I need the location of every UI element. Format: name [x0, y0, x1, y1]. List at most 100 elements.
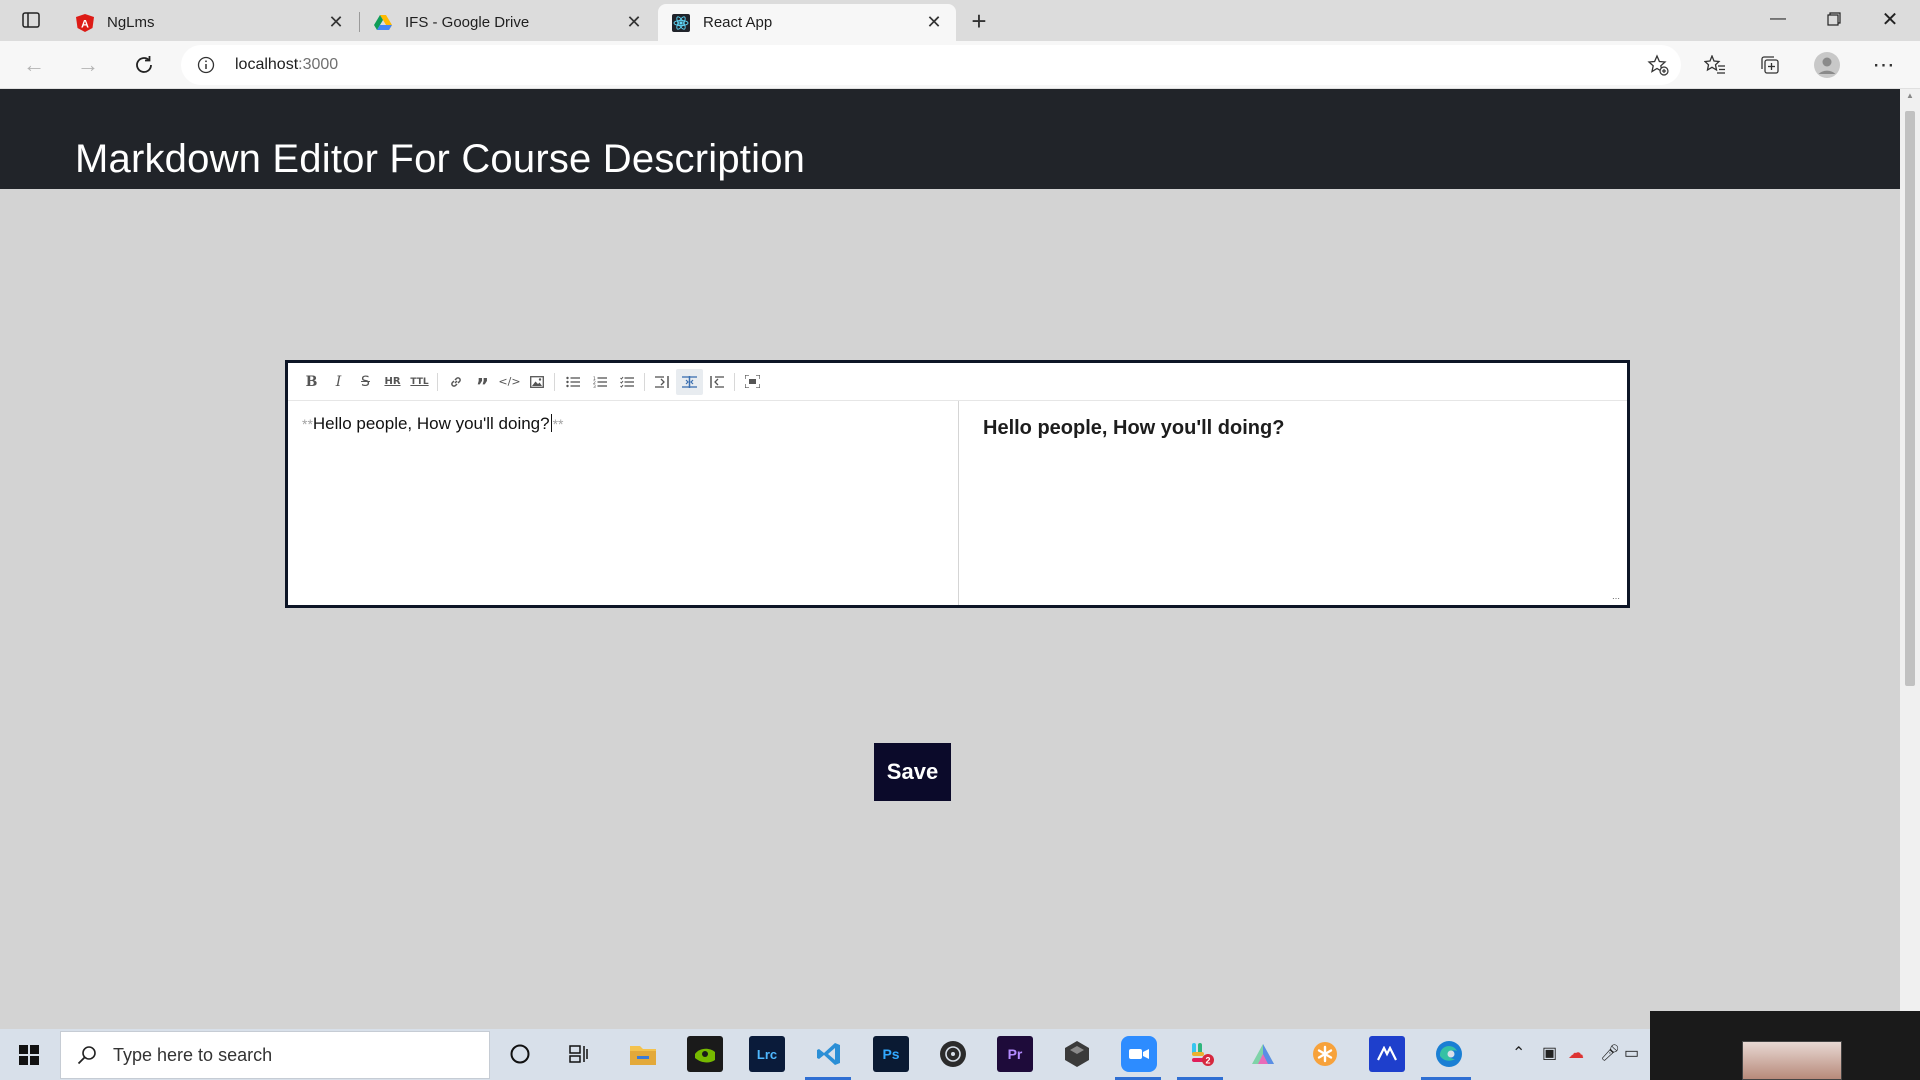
angular-icon: A [76, 13, 94, 32]
scroll-up-icon[interactable]: ▲ [1906, 91, 1914, 100]
code-icon[interactable]: </> [496, 369, 523, 395]
webcam-feed [1742, 1041, 1842, 1080]
bold-marker-close: ** [552, 416, 564, 432]
toolbar-divider [437, 372, 438, 391]
webcam-overlay [1650, 1011, 1920, 1080]
unordered-list-icon[interactable] [559, 369, 586, 395]
strikethrough-icon[interactable]: S [352, 369, 379, 395]
linear-icon[interactable] [1369, 1036, 1405, 1072]
page-viewport: Markdown Editor For Course Description B… [0, 89, 1900, 1029]
toolbar-divider [644, 372, 645, 391]
tab-bar: A NgLms ✕ IFS - Google Drive ✕ React App… [0, 0, 1920, 41]
ordered-list-icon[interactable]: 123 [586, 369, 613, 395]
file-explorer-icon[interactable] [625, 1036, 661, 1072]
close-icon[interactable]: ✕ [624, 12, 644, 33]
svg-text:A: A [81, 18, 89, 30]
taskbar-search[interactable]: Type here to search [60, 1031, 490, 1079]
collections-icon[interactable] [1756, 51, 1784, 79]
resize-grip-icon[interactable]: ⋯ [1612, 594, 1621, 603]
tab-google-drive[interactable]: IFS - Google Drive ✕ [360, 4, 656, 41]
tab-actions-icon[interactable] [14, 8, 48, 32]
toolbar-divider [554, 372, 555, 391]
tab-title: IFS - Google Drive [405, 14, 530, 31]
restore-icon[interactable] [1806, 0, 1862, 38]
bold-icon[interactable]: B [298, 369, 325, 395]
back-icon[interactable]: ← [18, 49, 50, 81]
edit-only-icon[interactable] [649, 369, 676, 395]
add-favorite-icon[interactable] [1647, 54, 1669, 76]
close-window-icon[interactable]: ✕ [1862, 0, 1918, 38]
zoom-icon[interactable] [1121, 1036, 1157, 1072]
onedrive-icon[interactable]: ☁ [1568, 1043, 1584, 1063]
address-bar[interactable]: localhost:3000 [181, 45, 1681, 85]
info-icon[interactable] [195, 54, 217, 76]
slack-badge-count: 2 [1205, 1056, 1210, 1066]
asterisk-icon[interactable] [1307, 1036, 1343, 1072]
image-icon[interactable] [523, 369, 550, 395]
scrollbar-thumb[interactable] [1905, 111, 1915, 686]
link-icon[interactable] [442, 369, 469, 395]
meet-now-icon[interactable]: ▣ [1542, 1043, 1557, 1063]
url-text: localhost:3000 [235, 56, 338, 74]
live-preview-icon[interactable] [676, 368, 703, 395]
title-icon[interactable]: TTL [406, 369, 433, 395]
more-options-icon[interactable]: ⋯ [1870, 51, 1898, 79]
bold-marker-open: ** [302, 416, 313, 432]
task-view-icon[interactable] [561, 1036, 597, 1072]
refresh-icon[interactable] [128, 49, 160, 81]
favorites-icon[interactable] [1701, 51, 1729, 79]
app-header: Markdown Editor For Course Description [0, 89, 1900, 189]
hr-icon[interactable]: HR [379, 369, 406, 395]
toolbar-divider [734, 372, 735, 391]
search-icon [75, 1043, 99, 1067]
markdown-preview: Hello people, How you'll doing? [983, 417, 1285, 439]
nvidia-icon[interactable] [687, 1036, 723, 1072]
tab-nglms[interactable]: A NgLms ✕ [62, 4, 358, 41]
battery-icon[interactable]: ▭ [1624, 1043, 1639, 1063]
edge-icon[interactable] [1431, 1036, 1467, 1072]
page-title: Markdown Editor For Course Description [75, 137, 806, 181]
react-icon [672, 13, 690, 32]
editor-body: **Hello people, How you'll doing? ** Hell… [288, 401, 1627, 605]
windows-taskbar: Type here to search Lrc Ps Pr 2 ⌃ ▣ ☁ 🎤︎… [0, 1029, 1920, 1080]
editor-toolbar: B I S HR TTL ” </> 123 [288, 363, 1627, 401]
fullscreen-icon[interactable] [739, 369, 766, 395]
close-icon[interactable]: ✕ [924, 12, 944, 33]
microphone-icon[interactable]: 🎤︎ [1600, 1043, 1620, 1063]
unity-icon[interactable] [1059, 1036, 1095, 1072]
markdown-text: Hello people, How you'll doing? [312, 414, 550, 433]
quote-icon[interactable]: ” [469, 369, 496, 398]
new-tab-button[interactable]: + [964, 6, 994, 36]
url-port: :3000 [298, 56, 339, 73]
windows-start-icon[interactable] [0, 1029, 58, 1080]
search-placeholder: Type here to search [113, 1044, 273, 1065]
slack-icon[interactable]: 2 [1183, 1036, 1219, 1072]
lightroom-icon[interactable]: Lrc [749, 1036, 785, 1072]
italic-icon[interactable]: I [325, 369, 352, 395]
premiere-icon[interactable]: Pr [997, 1036, 1033, 1072]
tab-title: NgLms [107, 14, 155, 31]
cortana-icon[interactable] [502, 1036, 538, 1072]
save-button[interactable]: Save [874, 743, 951, 801]
markdown-editor: B I S HR TTL ” </> 123 **Hello people, H… [285, 360, 1630, 608]
show-hidden-icons-icon[interactable]: ⌃ [1512, 1043, 1525, 1063]
browser-toolbar: ← → localhost:3000 ⋯ [0, 41, 1920, 89]
minimize-icon[interactable]: — [1750, 0, 1806, 38]
close-icon[interactable]: ✕ [326, 12, 346, 33]
forward-icon[interactable]: → [72, 49, 104, 81]
page-scrollbar[interactable]: ▲ [1900, 89, 1920, 1029]
vscode-icon[interactable] [811, 1036, 847, 1072]
checked-list-icon[interactable] [613, 369, 640, 395]
preview-only-icon[interactable] [703, 369, 730, 395]
text-caret [550, 414, 552, 432]
svg-text:3: 3 [593, 384, 596, 388]
tab-react-app[interactable]: React App ✕ [658, 4, 956, 41]
prism-icon[interactable] [1245, 1036, 1281, 1072]
tab-title: React App [703, 14, 773, 31]
markdown-input[interactable]: **Hello people, How you'll doing? ** [288, 401, 959, 605]
google-drive-icon [374, 14, 392, 32]
photoshop-icon[interactable]: Ps [873, 1036, 909, 1072]
github-icon[interactable] [935, 1036, 971, 1072]
profile-avatar-icon[interactable] [1813, 51, 1841, 79]
url-host: localhost [235, 56, 299, 73]
